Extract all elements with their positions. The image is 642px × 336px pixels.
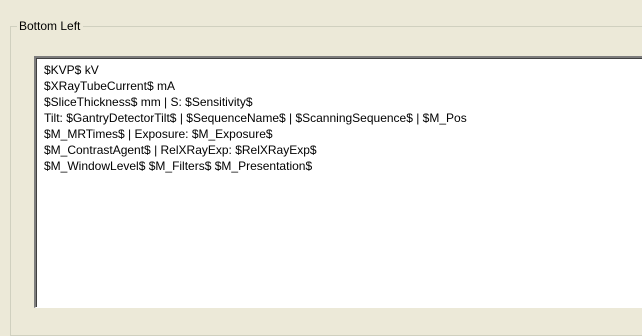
overlay-template-textarea[interactable]: $KVP$ kV $XRayTubeCurrent$ mA $SliceThic… (34, 56, 642, 308)
text-line: $M_WindowLevel$ $M_Filters$ $M_Presentat… (44, 159, 313, 173)
groupbox-caption: Bottom Left (17, 19, 84, 33)
text-line: $KVP$ kV (44, 63, 99, 77)
textarea-content: $KVP$ kV $XRayTubeCurrent$ mA $SliceThic… (44, 62, 467, 174)
text-line: $XRayTubeCurrent$ mA (44, 79, 175, 93)
text-line: $M_ContrastAgent$ | RelXRayExp: $RelXRay… (44, 143, 317, 157)
text-line: $M_MRTimes$ | Exposure: $M_Exposure$ (44, 127, 273, 141)
text-line: Tilt: $GantryDetectorTilt$ | $SequenceNa… (44, 111, 467, 125)
text-line: $SliceThickness$ mm | S: $Sensitivity$ (44, 95, 253, 109)
